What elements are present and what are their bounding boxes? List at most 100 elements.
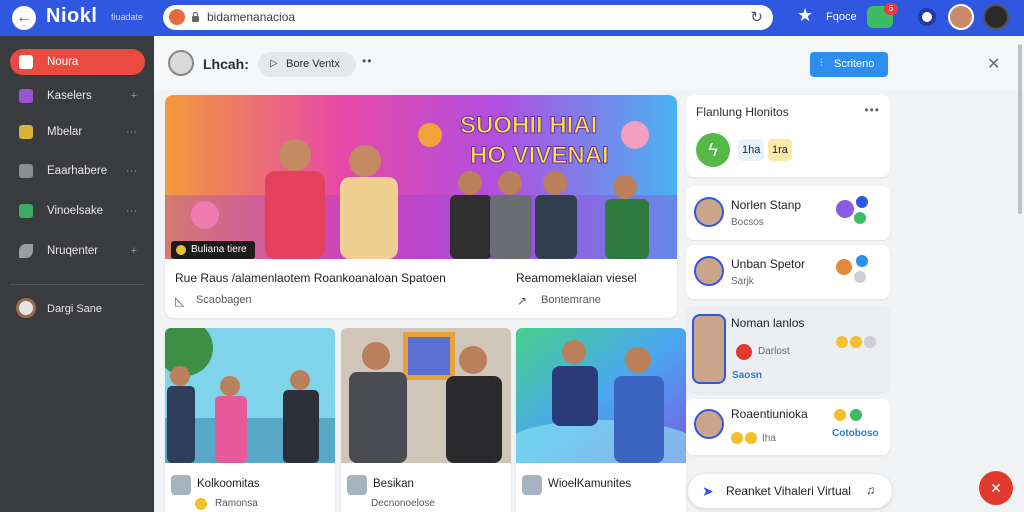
- contact-card[interactable]: Norlen Stanp Bocsos: [686, 186, 890, 240]
- sidebar-item-noura[interactable]: Noura: [10, 49, 145, 75]
- emoji-icon[interactable]: [731, 432, 743, 444]
- more-options-icon[interactable]: ••: [362, 54, 372, 68]
- sidebar-user-avatar[interactable]: [16, 298, 36, 318]
- contact-avatar[interactable]: [694, 197, 724, 227]
- more-icon[interactable]: +: [131, 245, 137, 257]
- contact-subtitle: Darlost: [758, 346, 790, 357]
- puzzle-icon: [19, 89, 33, 103]
- emoji-icon[interactable]: [850, 336, 862, 348]
- sidebar-item-vinoelsake[interactable]: Vinoelsake ···: [10, 198, 145, 224]
- contact-name[interactable]: Unban Spetor: [731, 257, 805, 271]
- channel-avatar[interactable]: [171, 475, 191, 495]
- top-bar: ← Niokl fiuadate bidamenanacioa ↻ ★ Fqoc…: [0, 0, 1024, 36]
- sidebar-item-mbelar[interactable]: Mbelar ···: [10, 119, 145, 145]
- calendar-icon: [19, 55, 33, 69]
- contact-card[interactable]: Noman lanlos Darlost Saosn: [686, 306, 890, 392]
- reaction-icon[interactable]: [850, 409, 862, 421]
- contact-avatar[interactable]: [692, 314, 726, 384]
- contact-avatar[interactable]: [694, 409, 724, 439]
- more-options-icon[interactable]: •••: [864, 103, 880, 117]
- header-avatar[interactable]: [168, 50, 194, 76]
- contact-card[interactable]: Unban Spetor Sarjk: [686, 245, 890, 299]
- video-card[interactable]: WioelKamunites: [516, 328, 686, 512]
- reaction-icon[interactable]: [836, 200, 854, 218]
- video-title[interactable]: Kolkoomitas: [197, 478, 260, 490]
- pin-icon: ⫶: [820, 58, 823, 69]
- reaction-icon[interactable]: [856, 196, 868, 208]
- reaction-icon[interactable]: [836, 259, 852, 275]
- close-icon: ✕: [990, 480, 1002, 496]
- headphones-icon[interactable]: ♫: [866, 483, 875, 497]
- primary-action-button[interactable]: ⫶ Scriteno: [810, 52, 888, 77]
- comment-icon[interactable]: ◺: [175, 294, 184, 308]
- reaction-icon[interactable]: [856, 255, 868, 267]
- more-icon[interactable]: ···: [126, 205, 137, 217]
- more-icon[interactable]: ···: [126, 126, 137, 138]
- video-thumbnail: [165, 328, 335, 463]
- video-card[interactable]: Besikan Decnonoelose: [341, 328, 511, 512]
- brand-subtitle: fiuadate: [111, 12, 144, 22]
- star-icon[interactable]: ★: [797, 5, 813, 26]
- reaction-icon[interactable]: [854, 271, 866, 283]
- emoji-icon[interactable]: [836, 336, 848, 348]
- chip[interactable]: 1ra: [768, 139, 792, 161]
- brand-logo[interactable]: Niokl: [46, 5, 97, 28]
- share-icon[interactable]: ↗: [517, 294, 527, 308]
- video-title[interactable]: Besikan: [373, 478, 414, 490]
- banner-line-1: SUOHII HIAI: [460, 112, 597, 139]
- video-subtitle: Ramonsa: [215, 498, 258, 509]
- emoji-icon[interactable]: [834, 409, 846, 421]
- more-icon[interactable]: +: [131, 90, 137, 102]
- reload-icon[interactable]: ↻: [750, 8, 763, 26]
- scrollbar[interactable]: [1018, 44, 1022, 214]
- sidebar-item-eaarhabere[interactable]: Eaarhabere ···: [10, 158, 145, 184]
- floating-action-button[interactable]: ✕: [979, 471, 1013, 505]
- video-thumbnail: [516, 328, 686, 463]
- filter-pill-label: Bore Ventx: [286, 58, 340, 70]
- chip[interactable]: 1ha: [738, 139, 765, 161]
- back-button[interactable]: ←: [12, 6, 36, 30]
- top-label[interactable]: Fqoce: [826, 11, 857, 23]
- filter-pill[interactable]: ▷ Bore Ventx: [258, 52, 356, 77]
- play-icon[interactable]: [736, 344, 752, 360]
- trending-panel: Flanlung Hlonitos ••• ϟ 1ha 1ra: [686, 95, 890, 177]
- profile-avatar[interactable]: [983, 4, 1009, 30]
- url-text: bidamenanacioa: [207, 10, 296, 24]
- info-icon[interactable]: [918, 8, 936, 26]
- avatar[interactable]: [948, 4, 974, 30]
- contact-name[interactable]: Norlen Stanp: [731, 198, 801, 212]
- feature-caption-left[interactable]: Rue Raus /alamenlaotem Roankoanaloan Spa…: [175, 271, 446, 285]
- contact-name[interactable]: Noman lanlos: [731, 316, 804, 330]
- bolt-icon[interactable]: ϟ: [696, 133, 730, 167]
- feature-caption-right[interactable]: Reamomeklaian viesel: [516, 271, 637, 285]
- sidebar-item-nruqenter[interactable]: Nruqenter +: [10, 238, 145, 264]
- close-icon[interactable]: ✕: [987, 54, 1000, 74]
- feature-image: SUOHII HIAI HO VIVENAI: [165, 95, 677, 259]
- channel-avatar[interactable]: [522, 475, 542, 495]
- send-icon: ➤: [702, 483, 714, 499]
- reaction-icon[interactable]: [854, 212, 866, 224]
- contact-subtitle: Iha: [762, 433, 776, 444]
- video-title[interactable]: WioelKamunites: [548, 478, 631, 490]
- contact-avatar[interactable]: [694, 256, 724, 286]
- more-icon[interactable]: ···: [126, 165, 137, 177]
- contact-link[interactable]: Cotoboso: [832, 428, 879, 439]
- sidebar-item-label: Eaarhabere: [47, 165, 108, 177]
- sidebar-item-label: Mbelar: [47, 126, 83, 138]
- address-bar[interactable]: bidamenanacioa ↻: [163, 5, 773, 30]
- video-card[interactable]: Kolkoomitas Ramonsa: [165, 328, 335, 512]
- contact-card[interactable]: Roaentiunioka Iha Cotoboso: [686, 399, 890, 455]
- bottom-action-bar[interactable]: ➤ Reanket Vihaleri Virtual ♫: [688, 474, 892, 508]
- contact-link[interactable]: Saosn: [732, 370, 762, 381]
- channel-avatar[interactable]: [347, 475, 367, 495]
- page-title: Lhcah:: [203, 56, 249, 72]
- contact-name[interactable]: Roaentiunioka: [731, 407, 808, 421]
- feature-card[interactable]: SUOHII HIAI HO VIVENAI Buliana tiere Rue…: [165, 95, 677, 318]
- sidebar-user-name[interactable]: Dargi Sane: [47, 303, 102, 315]
- reaction-icon[interactable]: [864, 336, 876, 348]
- emoji-icon[interactable]: [745, 432, 757, 444]
- video-subtitle: Decnonoelose: [371, 498, 435, 509]
- badge-icon: [176, 245, 186, 255]
- banner-line-2: HO VIVENAI: [470, 142, 609, 169]
- sidebar-item-kaselers[interactable]: Kaselers +: [10, 83, 145, 109]
